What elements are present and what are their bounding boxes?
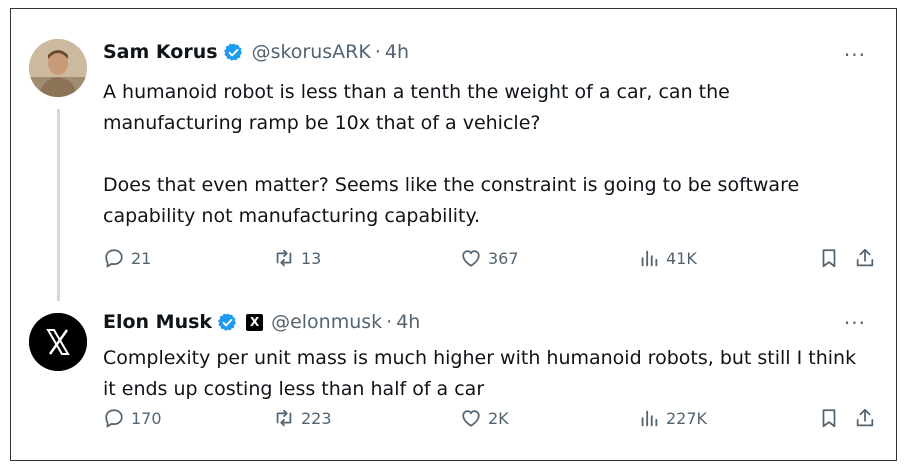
avatar[interactable] xyxy=(29,313,87,371)
share-button[interactable] xyxy=(854,247,876,269)
views-icon xyxy=(641,410,658,427)
views-button[interactable]: 41K xyxy=(638,247,697,269)
avatar-photo-icon xyxy=(29,39,87,97)
share-icon xyxy=(856,248,874,267)
avatar[interactable] xyxy=(29,39,87,97)
reply-count: 21 xyxy=(131,248,152,268)
views-count: 227K xyxy=(666,408,708,428)
views-icon xyxy=(641,250,658,267)
tweet-header: Sam Korus @skorusARK · 4h xyxy=(103,41,409,63)
separator-dot: · xyxy=(374,41,381,63)
like-icon xyxy=(462,410,480,427)
tweet-paragraph: Does that even matter? Seems like the co… xyxy=(103,174,800,227)
tweet-elon-musk[interactable]: Elon Musk X @elonmusk · 4h ··· Complexit… xyxy=(11,299,896,459)
timestamp[interactable]: 4h xyxy=(385,41,409,63)
tweet-thread: Sam Korus @skorusARK · 4h ··· A humanoid… xyxy=(10,8,897,461)
like-count: 2K xyxy=(488,408,509,428)
views-count: 41K xyxy=(666,248,697,268)
action-bar: 21 13 367 41K xyxy=(103,247,876,275)
more-options-button[interactable]: ··· xyxy=(844,311,866,335)
repost-count: 13 xyxy=(301,248,322,268)
like-count: 367 xyxy=(488,248,519,268)
views-button[interactable]: 227K xyxy=(638,407,707,429)
share-button[interactable] xyxy=(854,407,876,429)
like-button[interactable]: 367 xyxy=(460,247,519,269)
tweet-paragraph: A humanoid robot is less than a tenth th… xyxy=(103,81,730,134)
tweet-paragraph: Complexity per unit mass is much higher … xyxy=(103,347,857,400)
tweet-sam-korus[interactable]: Sam Korus @skorusARK · 4h ··· A humanoid… xyxy=(11,27,896,301)
reply-button[interactable]: 170 xyxy=(103,407,162,429)
affiliate-badge[interactable]: X xyxy=(246,313,264,331)
separator-dot: · xyxy=(386,311,393,333)
reply-icon xyxy=(105,409,123,428)
x-logo-icon xyxy=(29,313,87,371)
repost-button[interactable]: 223 xyxy=(273,407,332,429)
thread-connector-line xyxy=(57,109,60,301)
tweet-header: Elon Musk X @elonmusk · 4h xyxy=(103,311,420,333)
reply-count: 170 xyxy=(131,408,162,428)
author-handle[interactable]: @elonmusk xyxy=(271,311,382,333)
verified-icon xyxy=(218,312,237,331)
repost-count: 223 xyxy=(301,408,332,428)
verified-icon xyxy=(223,42,242,61)
author-handle[interactable]: @skorusARK xyxy=(252,41,371,63)
share-icon xyxy=(856,408,874,427)
tweet-text: Complexity per unit mass is much higher … xyxy=(103,343,872,405)
bookmark-button[interactable] xyxy=(818,407,840,429)
reply-button[interactable]: 21 xyxy=(103,247,151,269)
action-bar: 170 223 2K 227K xyxy=(103,407,876,435)
tweet-text: A humanoid robot is less than a tenth th… xyxy=(103,77,872,232)
like-button[interactable]: 2K xyxy=(460,407,509,429)
repost-icon xyxy=(276,409,292,427)
repost-button[interactable]: 13 xyxy=(273,247,321,269)
timestamp[interactable]: 4h xyxy=(396,311,420,333)
repost-icon xyxy=(276,249,292,267)
bookmark-icon xyxy=(822,249,836,268)
more-options-button[interactable]: ··· xyxy=(844,43,866,67)
bookmark-button[interactable] xyxy=(818,247,840,269)
reply-icon xyxy=(105,249,123,268)
bookmark-icon xyxy=(822,409,836,428)
author-name[interactable]: Sam Korus xyxy=(103,41,218,63)
like-icon xyxy=(462,250,480,267)
author-name[interactable]: Elon Musk xyxy=(103,311,212,333)
